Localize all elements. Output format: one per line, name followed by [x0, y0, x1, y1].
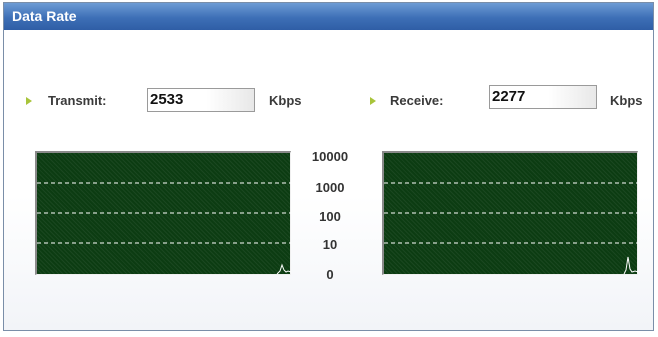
- window-title: Data Rate: [4, 3, 653, 30]
- receive-unit: Kbps: [610, 93, 643, 108]
- scale-label-10000: 10000: [311, 149, 349, 164]
- transmit-label: Transmit:: [48, 93, 107, 108]
- receive-rate-graph: [382, 151, 638, 275]
- bullet-arrow-icon: [26, 97, 32, 105]
- bullet-arrow-icon: [370, 97, 376, 105]
- scale-label-10: 10: [322, 237, 338, 252]
- transmit-unit: Kbps: [269, 93, 302, 108]
- transmit-rate-graph: [35, 151, 291, 275]
- receive-trace: [623, 256, 638, 275]
- receive-label: Receive:: [390, 93, 444, 108]
- data-rate-window: Data Rate Transmit: 2533 Kbps Receive: 2…: [3, 2, 654, 331]
- transmit-rate-field: 2533: [147, 88, 255, 112]
- receive-rate-field: 2277: [489, 85, 597, 109]
- scale-label-0: 0: [326, 267, 334, 282]
- transmit-trace: [276, 263, 291, 275]
- data-rate-panel: Transmit: 2533 Kbps Receive: 2277 Kbps 1…: [4, 30, 653, 330]
- scale-label-1000: 1000: [315, 180, 345, 195]
- scale-label-100: 100: [319, 209, 341, 224]
